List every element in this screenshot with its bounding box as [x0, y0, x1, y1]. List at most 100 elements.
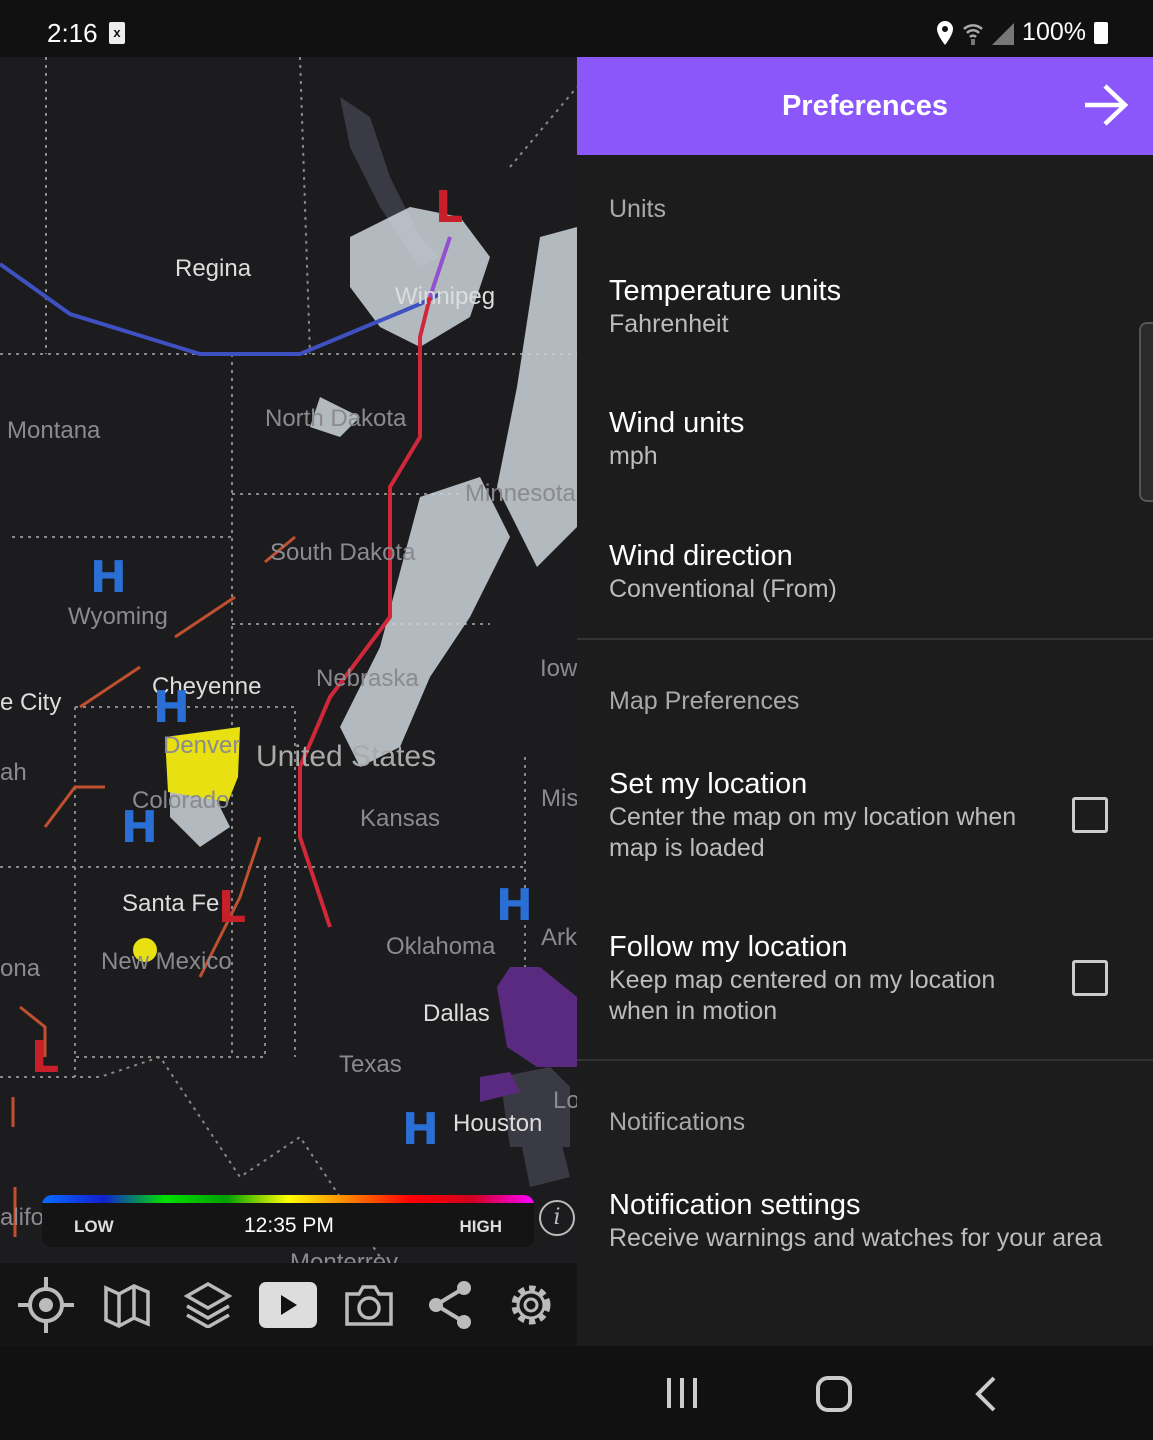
map-label: e City — [0, 689, 62, 716]
home-icon[interactable] — [816, 1376, 852, 1412]
legend-low: LOW — [74, 1217, 114, 1236]
screenshot-button[interactable] — [339, 1275, 399, 1335]
map-label: United States — [256, 740, 437, 773]
map-label: Mis — [541, 785, 577, 812]
pref-value: Center the map on my location when map i… — [609, 803, 1017, 862]
info-button[interactable]: i — [539, 1200, 575, 1236]
map-label: Lo — [553, 1087, 577, 1114]
locate-icon — [18, 1276, 75, 1333]
map-label: Houston — [453, 1110, 543, 1137]
settings-button[interactable] — [501, 1275, 561, 1335]
pref-value: Fahrenheit — [609, 310, 729, 338]
high-pressure-marker: H — [121, 802, 158, 853]
map-label: Wyoming — [68, 603, 168, 630]
back-icon[interactable] — [974, 1376, 998, 1412]
map-label: ona — [0, 955, 41, 982]
map-label: Ark — [541, 924, 577, 951]
battery-icon — [1094, 21, 1108, 44]
pref-title: Wind units — [609, 407, 745, 439]
layers-icon — [183, 1281, 232, 1328]
battery-percent: 100% — [1022, 18, 1086, 46]
camera-icon — [345, 1284, 393, 1326]
play-icon — [259, 1281, 318, 1328]
signal-icon — [992, 22, 1015, 45]
section-header-map: Map Preferences — [609, 687, 800, 715]
troughs — [11, 535, 296, 1237]
pref-notification-settings[interactable]: Notification settings Receive warnings an… — [609, 1187, 1109, 1254]
low-pressure-marker: L — [435, 182, 464, 233]
location-icon — [937, 20, 954, 45]
recent-apps-icon[interactable] — [665, 1376, 699, 1410]
high-pressure-marker: H — [496, 880, 533, 931]
map-label: North Dakota — [265, 405, 407, 432]
close-arrow-icon[interactable] — [1083, 83, 1129, 127]
map-label: South Dakota — [270, 539, 416, 566]
divider — [577, 638, 1153, 640]
page-title: Preferences — [781, 90, 949, 122]
high-pressure-marker: H — [153, 682, 190, 733]
locate-button[interactable] — [16, 1275, 76, 1335]
pref-set-my-location[interactable]: Set my location Center the map on my loca… — [609, 766, 1029, 864]
pref-title: Temperature units — [609, 275, 842, 307]
pref-value: Conventional (From) — [609, 575, 837, 603]
pref-value: Receive warnings and watches for your ar… — [609, 1224, 1103, 1252]
status-bar: 2:16 x 100% — [0, 0, 1153, 57]
high-pressure-marker: H — [90, 552, 127, 603]
map-label: Denver — [163, 732, 241, 759]
map-label: New Mexico — [101, 948, 232, 975]
radar-map[interactable]: Regina Winnipeg Montana North Dakota Min… — [0, 57, 577, 1263]
scrollbar[interactable] — [1139, 322, 1153, 502]
map-label: Nebraska — [316, 665, 419, 692]
section-header-notifications: Notifications — [609, 1108, 746, 1136]
radar-legend: LOW 12:35 PM HIGH — [42, 1195, 534, 1247]
layers-button[interactable] — [178, 1275, 238, 1335]
share-icon — [428, 1280, 471, 1329]
map-toolbar — [0, 1263, 577, 1346]
map-label: Regina — [175, 255, 252, 282]
map-label: Kansas — [360, 805, 441, 832]
wifi-icon — [963, 23, 983, 45]
map-label: Minnesota — [465, 480, 576, 507]
map-label: Monterrey — [290, 1249, 399, 1263]
settings-icon — [511, 1285, 551, 1324]
follow-my-location-checkbox[interactable] — [1072, 960, 1108, 996]
low-pressure-marker: L — [31, 1032, 60, 1083]
pref-temperature-units[interactable]: Temperature units Fahrenheit — [609, 273, 1109, 340]
pref-wind-units[interactable]: Wind units mph — [609, 405, 1109, 472]
map-label: alifo — [0, 1204, 45, 1231]
system-nav-bar — [577, 1346, 1153, 1440]
play-button[interactable] — [258, 1275, 318, 1335]
preferences-header: Preferences — [577, 57, 1153, 155]
map-label: ah — [0, 759, 27, 786]
map-drawing — [0, 57, 577, 1258]
notification-x-icon: x — [109, 22, 125, 44]
map-label: Dallas — [423, 1000, 490, 1027]
set-my-location-checkbox[interactable] — [1072, 797, 1108, 833]
pref-title: Wind direction — [609, 540, 793, 572]
map-style-button[interactable] — [97, 1275, 157, 1335]
clock: 2:16 — [47, 18, 98, 48]
preferences-panel: Preferences Units Temperature units Fahre… — [577, 57, 1153, 1346]
pref-value: Keep map centered on my location when in… — [609, 966, 996, 1025]
pref-title: Notification settings — [609, 1189, 861, 1221]
high-pressure-marker: H — [402, 1104, 439, 1155]
pref-follow-my-location[interactable]: Follow my location Keep map centered on m… — [609, 929, 1029, 1027]
pref-title: Follow my location — [609, 931, 848, 963]
low-pressure-marker: L — [218, 882, 247, 933]
share-button[interactable] — [420, 1275, 480, 1335]
pref-title: Set my location — [609, 768, 808, 800]
map-label: Santa Fe — [122, 890, 220, 917]
map-label: Texas — [339, 1051, 402, 1078]
legend-high: HIGH — [459, 1217, 503, 1236]
map-label: Winnipeg — [395, 283, 496, 310]
pref-value: mph — [609, 442, 658, 470]
intensity-gradient — [42, 1195, 534, 1203]
radar-timestamp: 12:35 PM — [244, 1214, 334, 1237]
map-icon — [104, 1283, 150, 1328]
pref-wind-direction[interactable]: Wind direction Conventional (From) — [609, 538, 1109, 605]
map-label: Montana — [7, 417, 101, 444]
section-header-units: Units — [609, 195, 666, 223]
divider — [577, 1059, 1153, 1061]
map-label: Oklahoma — [386, 933, 496, 960]
map-label: Iowa — [540, 655, 577, 682]
